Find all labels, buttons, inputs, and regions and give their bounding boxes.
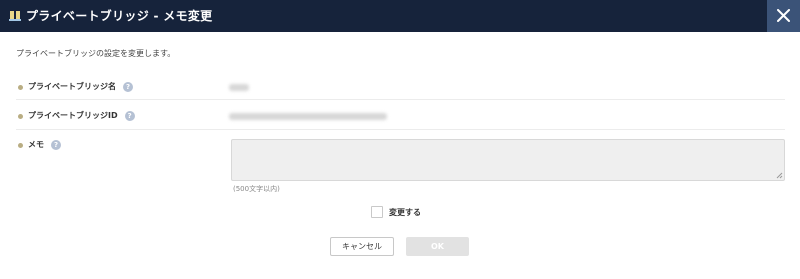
divider	[16, 129, 785, 130]
memo-char-limit-note: (500文字以内)	[233, 185, 280, 193]
bridge-icon	[9, 11, 21, 21]
resize-grip-icon[interactable]	[776, 172, 783, 179]
change-checkbox[interactable]	[371, 206, 383, 218]
bridge-name-value-redacted	[229, 84, 249, 91]
close-icon	[777, 9, 790, 22]
dialog-titlebar: プライベートブリッジ - メモ変更	[0, 0, 800, 32]
help-icon[interactable]: ?	[124, 111, 135, 121]
help-icon[interactable]: ?	[51, 140, 61, 150]
memo-label: メモ	[28, 140, 44, 149]
help-icon[interactable]: ?	[123, 82, 133, 92]
bridge-id-value-redacted	[229, 113, 387, 120]
memo-textarea[interactable]	[231, 139, 785, 181]
cancel-button[interactable]: キャンセル	[330, 237, 394, 256]
bridge-id-label-row: プライベートブリッジID ?	[18, 110, 135, 122]
close-button[interactable]	[767, 0, 800, 32]
memo-label-row: メモ ?	[18, 139, 61, 151]
bridge-id-label: プライベートブリッジID	[28, 111, 118, 120]
change-checkbox-label[interactable]: 変更する	[389, 207, 421, 218]
divider	[16, 99, 785, 100]
bullet-icon	[18, 113, 23, 119]
bridge-name-label-row: プライベートブリッジ名 ?	[18, 81, 133, 93]
change-checkbox-row[interactable]: 変更する	[371, 206, 421, 218]
bullet-icon	[18, 84, 23, 90]
dialog-title: プライベートブリッジ - メモ変更	[26, 9, 213, 23]
bridge-name-label: プライベートブリッジ名	[28, 82, 116, 91]
bullet-icon	[18, 142, 23, 148]
ok-button[interactable]: OK	[406, 237, 469, 256]
dialog-description: プライベートブリッジの設定を変更します。	[16, 49, 176, 58]
